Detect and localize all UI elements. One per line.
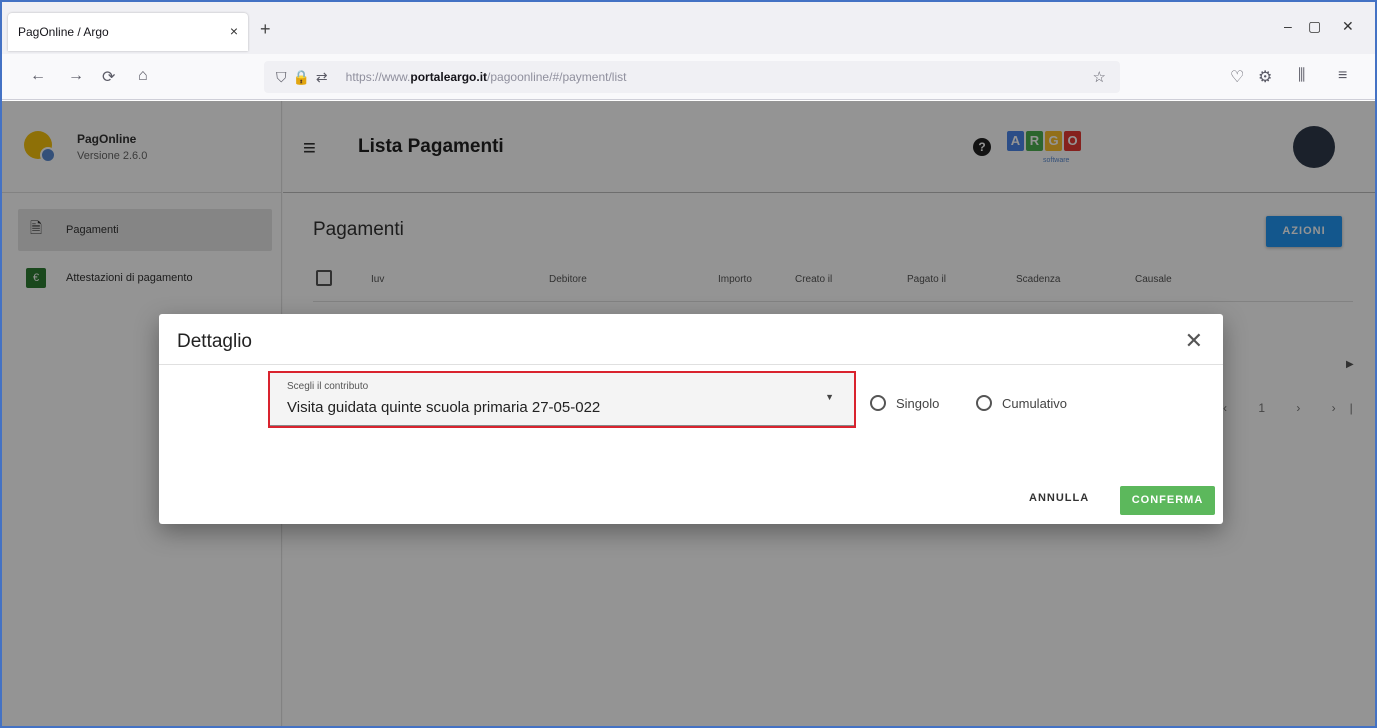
tab-close-icon[interactable]: × [230,23,238,39]
cancel-button[interactable]: ANNULLA [1029,492,1089,504]
address-bar[interactable]: ⛉🔒⇄ https://www. portaleargo.it/pagoonlin… [264,61,1120,93]
close-window-icon[interactable]: ✕ [1342,18,1354,35]
select-value: Visita guidata quinte scuola primaria 27… [287,399,601,416]
screenshot-frame: PagOnline / Argo × + – ▢ ✕ ← → ⟳ ⌂ ⛉🔒⇄ h… [0,0,1377,728]
reload-icon[interactable]: ⟳ [102,67,115,87]
select-label: Scegli il contributo [287,381,369,392]
menu-icon[interactable]: ≡ [1338,67,1347,85]
tracking-lock-icon: ⛉🔒⇄ [276,68,334,85]
library-icon[interactable]: ⫼ [1298,67,1305,85]
browser-tabbar: PagOnline / Argo × + – ▢ ✕ [2,2,1375,54]
browser-navbar: ← → ⟳ ⌂ ⛉🔒⇄ https://www. portaleargo.it/p… [2,54,1375,100]
radio-cumulativo[interactable]: Cumulativo [976,395,1067,411]
browser-tab[interactable]: PagOnline / Argo × [8,13,248,51]
url-prefix: https://www. [345,70,411,84]
detail-dialog: Dettaglio ✕ Scegli il contributo Visita … [159,314,1223,524]
radio-label: Singolo [896,395,940,411]
extensions-icon[interactable]: ⚙ [1258,67,1272,87]
radio-button[interactable] [976,395,992,411]
select-underline [270,425,854,426]
dialog-title: Dettaglio [177,331,252,352]
back-icon[interactable]: ← [30,67,46,85]
contribution-select[interactable]: Scegli il contributo Visita guidata quin… [268,371,856,428]
chevron-down-icon: ▼ [825,392,834,402]
radio-singolo[interactable]: Singolo [870,395,939,411]
tab-title: PagOnline / Argo [18,25,109,39]
forward-icon[interactable]: → [68,67,84,85]
confirm-button[interactable]: CONFERMA [1120,486,1215,515]
new-tab-icon[interactable]: + [260,19,271,40]
url-path: /pagoonline/#/payment/list [487,70,627,84]
minimize-icon[interactable]: – [1284,18,1292,34]
radio-button[interactable] [870,395,886,411]
home-icon[interactable]: ⌂ [138,67,148,85]
url-host: portaleargo.it [410,70,488,84]
close-icon[interactable]: ✕ [1185,328,1203,354]
bookmark-star-icon[interactable]: ☆ [1093,68,1106,86]
dialog-divider [159,364,1223,365]
pocket-icon[interactable]: ♡ [1230,67,1244,87]
maximize-icon[interactable]: ▢ [1308,18,1321,35]
radio-label: Cumulativo [1002,395,1068,411]
